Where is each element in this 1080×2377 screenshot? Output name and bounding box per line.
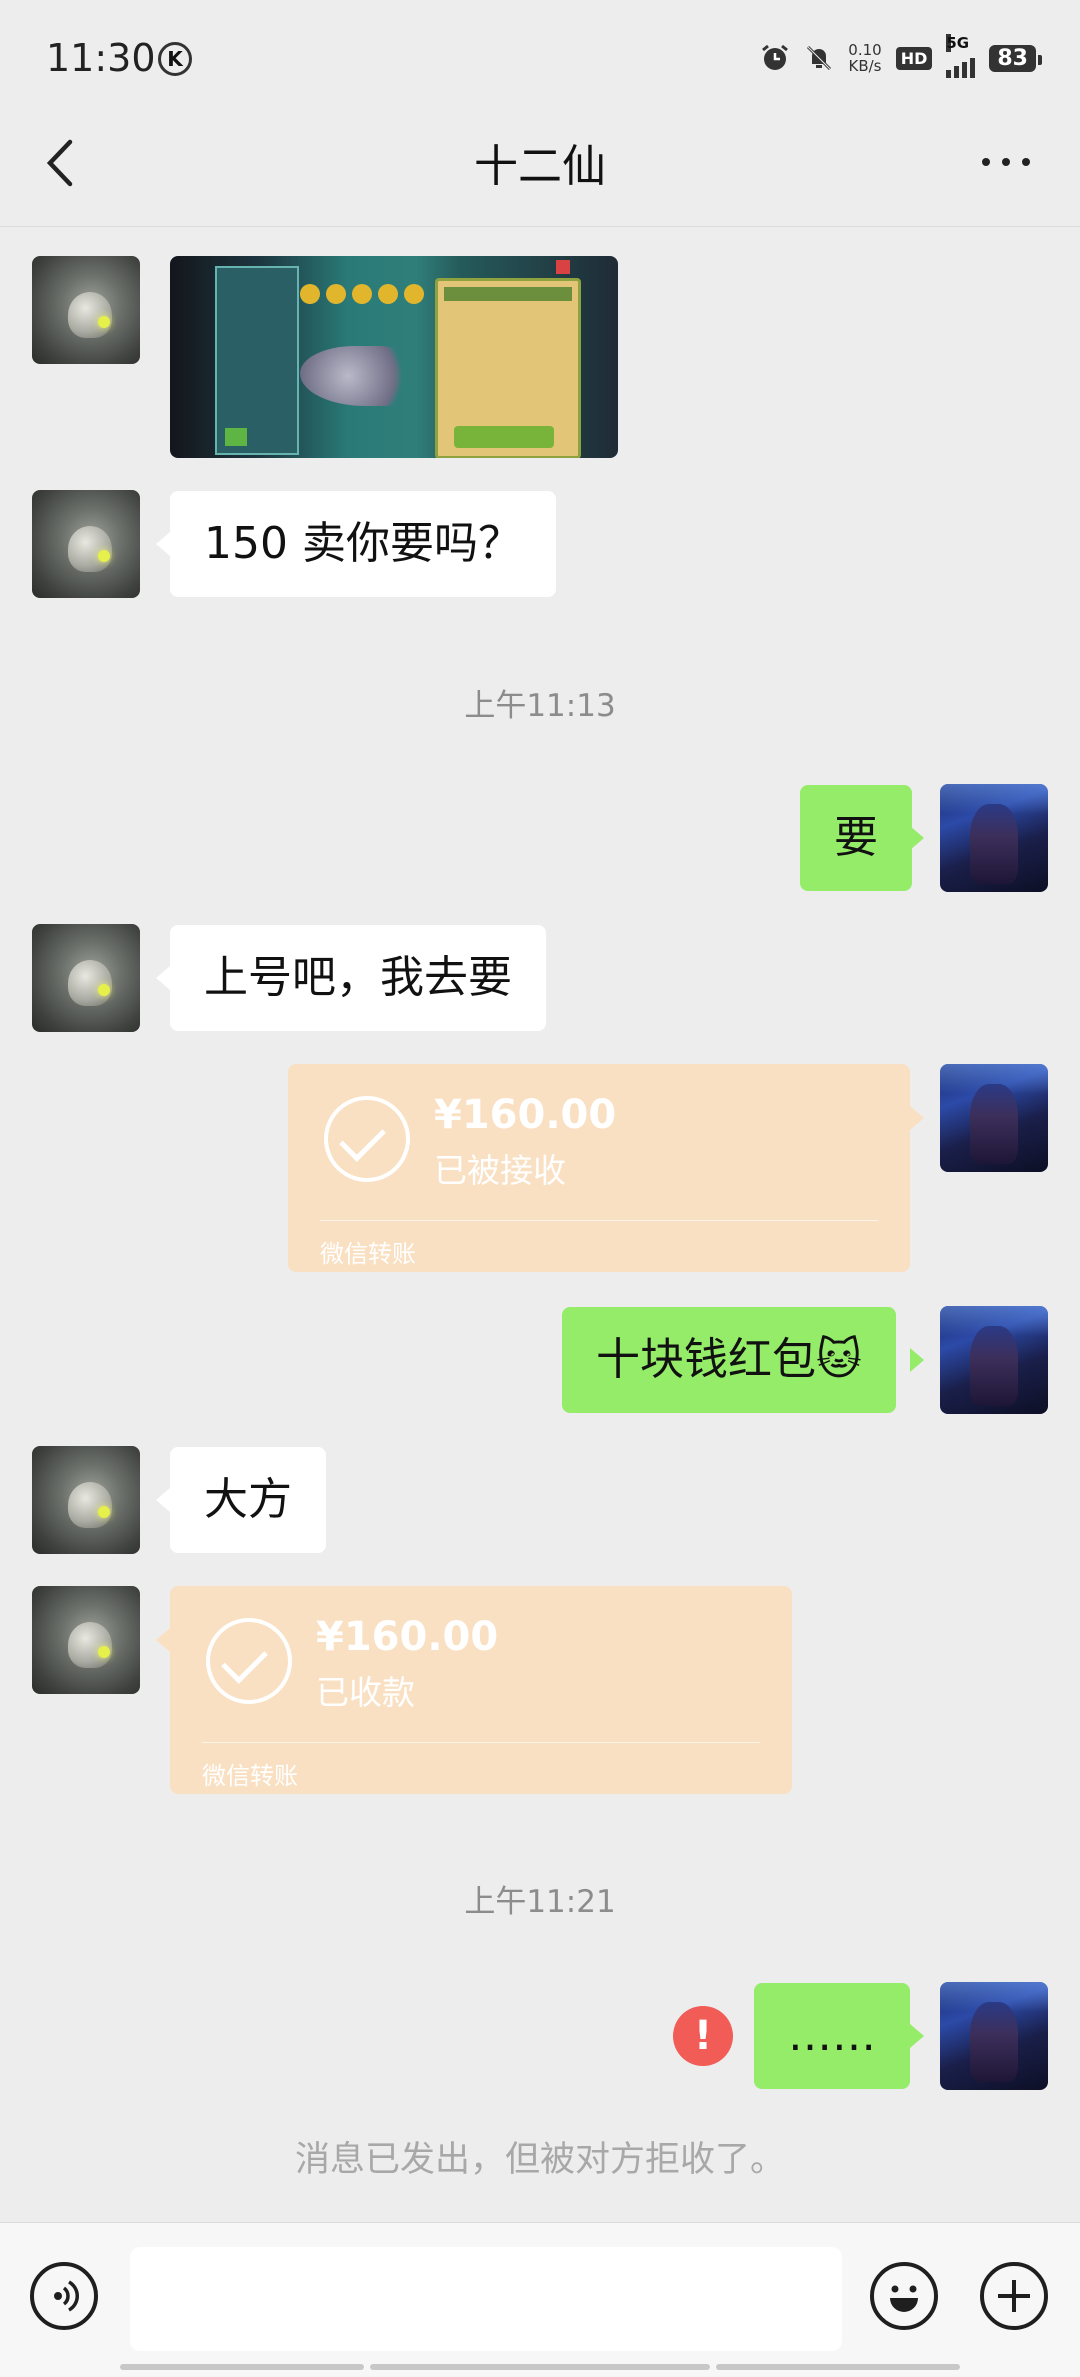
message-text: 十块钱红包	[596, 1334, 816, 1385]
message-bubble-incoming[interactable]: 上号吧，我去要	[170, 925, 546, 1031]
timestamp: 上午11:21	[464, 1884, 616, 1920]
message-bubble-outgoing[interactable]: 十块钱红包🐱	[562, 1307, 896, 1413]
signal-icon: 5G	[946, 34, 976, 78]
avatar-self[interactable]	[940, 1064, 1048, 1172]
bubble-tail	[910, 1106, 924, 1130]
bubble-tail	[910, 1348, 924, 1372]
transfer-amount: ¥160.00	[434, 1092, 617, 1138]
transfer-label: 微信转账	[202, 1762, 298, 1790]
message-bubble-incoming[interactable]: 大方	[170, 1447, 326, 1553]
more-icon[interactable]	[982, 158, 1030, 166]
k-badge-icon: K	[158, 42, 192, 76]
net-speed-value: 0.10	[848, 41, 882, 59]
transfer-divider	[202, 1742, 760, 1743]
mute-icon	[804, 43, 834, 73]
message-bubble-outgoing[interactable]: ……	[754, 1983, 910, 2089]
check-circle-icon	[206, 1618, 292, 1704]
net-speed-unit: KB/s	[848, 57, 882, 75]
bubble-tail	[156, 532, 170, 556]
timestamp: 上午11:13	[464, 688, 616, 724]
avatar-self[interactable]	[940, 1982, 1048, 2090]
cat-emoji-icon: 🐱	[816, 1334, 862, 1385]
alarm-icon	[760, 43, 790, 73]
gesture-bar	[120, 2364, 364, 2370]
nav-divider	[0, 226, 1080, 227]
gesture-bar	[716, 2364, 960, 2370]
game-screenshot-image[interactable]	[170, 256, 618, 458]
transfer-card[interactable]: ¥160.00 已收款 微信转账	[170, 1586, 792, 1794]
avatar-self[interactable]	[940, 784, 1048, 892]
status-time: 11:30	[46, 36, 156, 80]
chat-title: 十二仙	[474, 141, 606, 192]
bubble-tail	[910, 826, 924, 850]
emoji-icon[interactable]	[870, 2262, 938, 2330]
message-input[interactable]	[130, 2247, 842, 2351]
voice-icon[interactable]	[30, 2262, 98, 2330]
message-bubble-incoming[interactable]: 150 卖你要吗？	[170, 491, 556, 597]
transfer-divider	[320, 1220, 878, 1221]
net-speed: 0.10 KB/s	[848, 42, 881, 74]
gesture-bar	[370, 2364, 710, 2370]
hd-badge: HD	[895, 46, 933, 70]
avatar-contact[interactable]	[32, 1586, 140, 1694]
network-type: 5G	[946, 34, 970, 52]
check-circle-icon	[324, 1096, 410, 1182]
plus-icon[interactable]	[980, 2262, 1048, 2330]
avatar-contact[interactable]	[32, 924, 140, 1032]
transfer-card[interactable]: ¥160.00 已被接收 微信转账	[288, 1064, 910, 1272]
status-icons: 0.10 KB/s HD 5G 83	[760, 34, 1042, 78]
avatar-self[interactable]	[940, 1306, 1048, 1414]
bubble-tail	[156, 1488, 170, 1512]
transfer-status: 已被接收	[434, 1151, 566, 1190]
transfer-label: 微信转账	[320, 1240, 416, 1268]
bubble-tail	[910, 2024, 924, 2048]
avatar-contact[interactable]	[32, 490, 140, 598]
avatar-contact[interactable]	[32, 1446, 140, 1554]
transfer-amount: ¥160.00	[316, 1614, 499, 1660]
bubble-tail	[156, 966, 170, 990]
send-failed-icon[interactable]: !	[673, 2006, 733, 2066]
bubble-tail	[156, 1628, 170, 1652]
message-bubble-outgoing[interactable]: 要	[800, 785, 912, 891]
avatar-contact[interactable]	[32, 256, 140, 364]
rejected-notice: 消息已发出，但被对方拒收了。	[294, 2140, 785, 2180]
battery-icon: 83	[989, 44, 1042, 72]
transfer-status: 已收款	[316, 1673, 415, 1712]
